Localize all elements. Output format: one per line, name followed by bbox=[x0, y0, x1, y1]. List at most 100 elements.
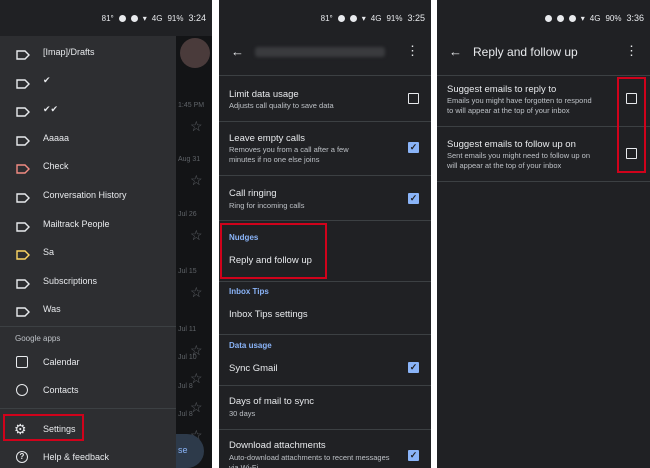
clock: 3:25 bbox=[407, 13, 425, 23]
setting-subtitle: Auto-download attachments to recent mess… bbox=[229, 453, 390, 468]
compose-button[interactable]: se bbox=[176, 434, 204, 468]
battery-label: 90% bbox=[605, 13, 622, 23]
label-icon bbox=[16, 219, 30, 232]
drawer-item-label: [Imap]/Drafts bbox=[43, 47, 95, 57]
network-label: 4G bbox=[589, 13, 601, 23]
back-arrow-icon[interactable]: ← bbox=[449, 44, 462, 59]
drawer-item-label: Mailtrack People bbox=[43, 218, 110, 229]
calendar-icon bbox=[16, 356, 28, 368]
setting-subtitle: Ring for incoming calls bbox=[229, 201, 305, 210]
setting-subtitle: Adjusts call quality to save data bbox=[229, 101, 334, 110]
notification-icon bbox=[349, 14, 357, 22]
download-attachments-checkbox[interactable]: ✓ bbox=[408, 450, 419, 461]
drawer-item-label: Subscriptions bbox=[43, 275, 98, 286]
drawer-item-label-folder[interactable]: Mailtrack People bbox=[0, 210, 176, 238]
more-options-icon[interactable]: ⋮ bbox=[406, 43, 419, 59]
app-bar: ← ⋮ bbox=[219, 36, 431, 68]
drawer-item-help[interactable]: ? Help & feedback bbox=[0, 443, 176, 468]
status-bar: ▾ 4G 90% 3:36 bbox=[437, 0, 650, 36]
drawer-item-label: Help & feedback bbox=[43, 452, 110, 462]
email-timestamp: Jul 11 bbox=[178, 326, 197, 333]
label-icon bbox=[16, 104, 30, 117]
drawer-item-label-folder[interactable]: [Imap]/Drafts bbox=[0, 38, 176, 66]
drawer-item-label-folder[interactable]: Was bbox=[0, 295, 176, 323]
drawer-item-label-folder[interactable]: Sa bbox=[0, 238, 176, 266]
network-label: 4G bbox=[370, 13, 382, 23]
wifi-icon: ▾ bbox=[142, 13, 147, 23]
email-timestamp: Jul 8 bbox=[178, 411, 193, 418]
setting-subtitle: to will appear at the top of your inbox bbox=[447, 106, 570, 115]
page-title: Reply and follow up bbox=[473, 45, 578, 59]
drawer-item-contacts[interactable]: Contacts bbox=[0, 376, 176, 404]
setting-sync-gmail[interactable]: Sync Gmail ✓ bbox=[219, 354, 431, 382]
battery-label: 91% bbox=[167, 13, 184, 23]
setting-inbox-tips[interactable]: Inbox Tips settings bbox=[219, 300, 431, 328]
drawer-item-label-folder[interactable]: ✔✔ bbox=[0, 95, 176, 123]
setting-subtitle: 30 days bbox=[229, 409, 256, 418]
drawer-item-label: Calendar bbox=[43, 357, 80, 367]
divider bbox=[219, 220, 431, 221]
clock: 3:36 bbox=[626, 13, 644, 23]
star-icon[interactable]: ☆ bbox=[190, 172, 203, 189]
status-bar: 81° ▾ 4G 91% 3:24 bbox=[0, 0, 212, 36]
temperature-label: 81° bbox=[320, 13, 333, 23]
drawer-item-label: Aaaaa bbox=[43, 132, 70, 143]
star-icon[interactable]: ☆ bbox=[190, 227, 203, 244]
label-icon bbox=[16, 247, 30, 260]
sync-gmail-checkbox[interactable]: ✓ bbox=[408, 362, 419, 373]
setting-title: Leave empty calls bbox=[229, 133, 306, 144]
account-email-blurred bbox=[255, 47, 385, 57]
email-timestamp: 1:45 PM bbox=[178, 102, 205, 109]
setting-title: Limit data usage bbox=[229, 89, 299, 100]
battery-label: 91% bbox=[386, 13, 403, 23]
star-icon[interactable]: ☆ bbox=[190, 284, 203, 301]
drawer-item-label-folder[interactable]: Check bbox=[0, 152, 176, 180]
notification-icon bbox=[568, 14, 576, 22]
drawer-item-label-folder[interactable]: Subscriptions bbox=[0, 267, 176, 295]
more-options-icon[interactable]: ⋮ bbox=[625, 43, 638, 59]
drawer-item-label: ✔ bbox=[43, 75, 51, 86]
section-header-inbox-tips: Inbox Tips bbox=[229, 287, 269, 296]
section-header-data-usage: Data usage bbox=[229, 341, 272, 350]
notification-icon bbox=[544, 14, 552, 22]
setting-days-of-mail[interactable]: Days of mail to sync 30 days bbox=[219, 386, 431, 428]
navigation-drawer: [Imap]/Drafts ✔ ✔✔ Aaaaa Check Conversation H… bbox=[0, 36, 176, 468]
avatar[interactable] bbox=[180, 38, 210, 68]
reply-follow-up-screen: ▾ 4G 90% 3:36 ← Reply and follow up ⋮ Su… bbox=[437, 0, 650, 468]
drawer-item-label-folder[interactable]: ✔ bbox=[0, 67, 176, 95]
limit-data-checkbox[interactable] bbox=[408, 93, 419, 104]
label-icon bbox=[16, 133, 30, 146]
email-timestamp: Aug 31 bbox=[178, 156, 201, 163]
setting-download-attachments[interactable]: Download attachments Auto-download attac… bbox=[219, 430, 431, 468]
drawer-item-calendar[interactable]: Calendar bbox=[0, 348, 176, 376]
label-icon bbox=[16, 190, 30, 203]
star-icon[interactable]: ☆ bbox=[190, 118, 203, 135]
setting-leave-empty-calls[interactable]: Leave empty calls Removes you from a cal… bbox=[219, 122, 431, 174]
drawer-item-label: Contacts bbox=[43, 385, 79, 395]
drawer-item-label-folder[interactable]: Conversation History bbox=[0, 181, 176, 209]
divider bbox=[219, 281, 431, 282]
setting-subtitle: will appear at the top of your inbox bbox=[447, 161, 562, 170]
email-timestamp: Jul 26 bbox=[178, 211, 197, 218]
leave-empty-calls-checkbox[interactable]: ✓ bbox=[408, 142, 419, 153]
drawer-item-label: Conversation History bbox=[43, 190, 127, 200]
app-bar: ← Reply and follow up ⋮ bbox=[437, 36, 650, 68]
highlight-box bbox=[617, 77, 646, 173]
network-label: 4G bbox=[151, 13, 163, 23]
help-icon: ? bbox=[16, 451, 28, 463]
drawer-item-label-folder[interactable]: Aaaaa bbox=[0, 124, 176, 152]
notification-icon bbox=[556, 14, 564, 22]
settings-account-screen: 81° ▾ 4G 91% 3:25 ← ⋮ Limit data usage A… bbox=[219, 0, 431, 468]
setting-subtitle: Sent emails you might need to follow up … bbox=[447, 151, 591, 160]
status-bar: 81° ▾ 4G 91% 3:25 bbox=[219, 0, 431, 36]
google-apps-header: Google apps bbox=[15, 334, 61, 343]
notification-icon bbox=[130, 14, 138, 22]
setting-title: Inbox Tips settings bbox=[229, 309, 308, 320]
setting-limit-data-usage[interactable]: Limit data usage Adjusts call quality to… bbox=[219, 76, 431, 121]
setting-call-ringing[interactable]: Call ringing Ring for incoming calls ✓ bbox=[219, 176, 431, 220]
back-arrow-icon[interactable]: ← bbox=[231, 44, 244, 59]
clock: 3:24 bbox=[188, 13, 206, 23]
inbox-background: 1:45 PM ☆ Aug 31 ☆ Jul 26 ☆ Jul 15 ☆ Jul 11 ☆ Jul … bbox=[176, 36, 212, 468]
label-icon bbox=[16, 276, 30, 289]
call-ringing-checkbox[interactable]: ✓ bbox=[408, 193, 419, 204]
